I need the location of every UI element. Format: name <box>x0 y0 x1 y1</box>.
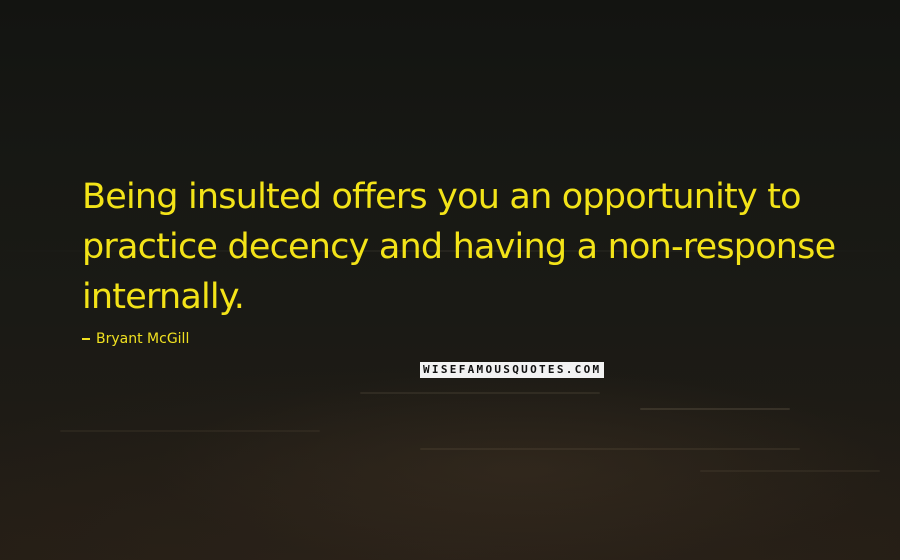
wave-highlight <box>420 448 800 450</box>
wave-highlight <box>700 470 880 472</box>
wave-highlight <box>60 430 320 432</box>
watermark-logo: WISEFAMOUSQUOTES.COM <box>420 362 605 378</box>
quote-image: Being insulted offers you an opportunity… <box>0 0 900 560</box>
quote-text: Being insulted offers you an opportunity… <box>82 177 836 317</box>
wave-highlight <box>640 408 790 410</box>
author-name: Bryant McGill <box>96 331 190 347</box>
author-attribution: Bryant McGill <box>82 331 189 347</box>
author-dash-icon <box>82 338 90 340</box>
wave-highlight <box>360 392 600 394</box>
